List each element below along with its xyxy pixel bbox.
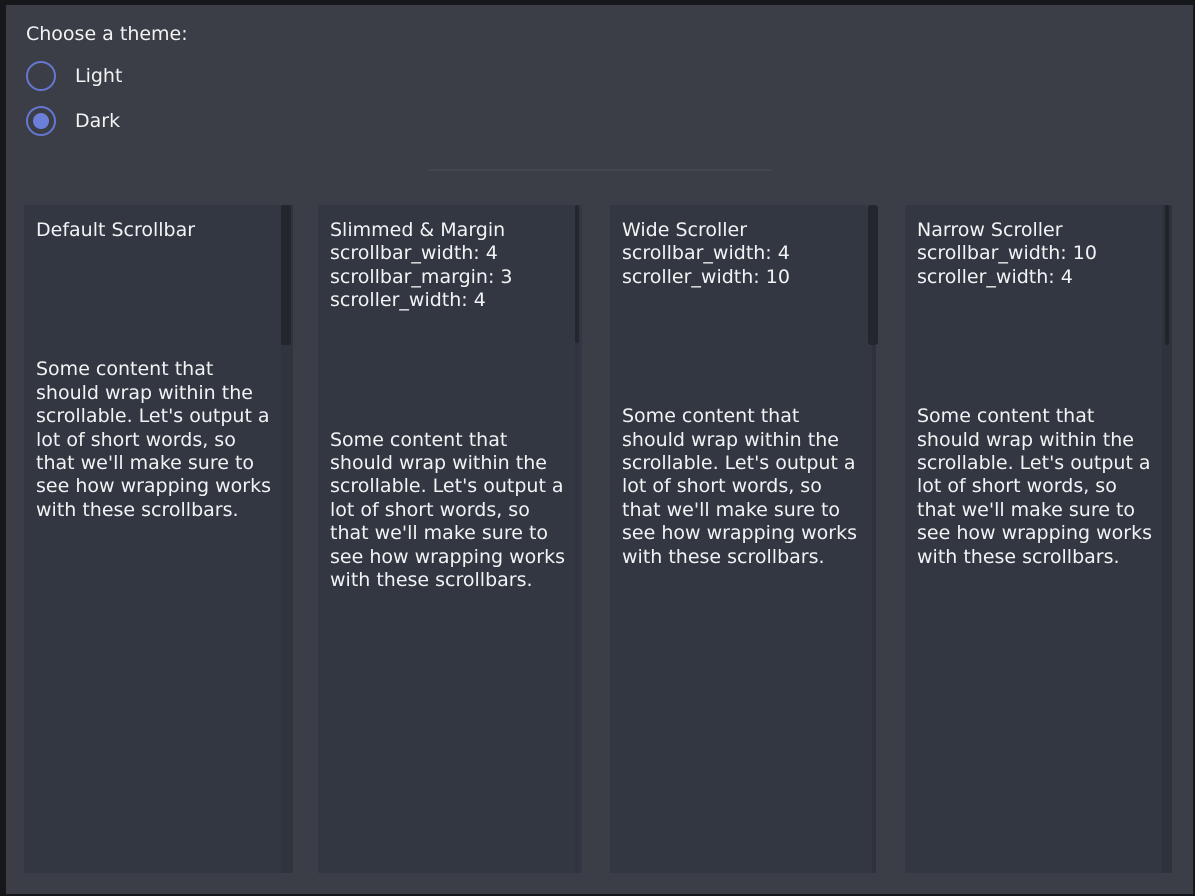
panel-title: Wide Scroller bbox=[622, 219, 864, 242]
scroll-panel-default[interactable]: Default Scrollbar Some content that shou… bbox=[24, 205, 293, 873]
panel-title: Default Scrollbar bbox=[36, 219, 281, 242]
panel-header: Default Scrollbar bbox=[36, 219, 281, 242]
panel-param: scrollbar_width: 4 bbox=[330, 242, 570, 265]
section-divider bbox=[428, 169, 772, 171]
panel-param: scroller_width: 4 bbox=[330, 289, 570, 312]
panel-param: scroller_width: 10 bbox=[622, 266, 864, 289]
radio-light-label: Light bbox=[75, 64, 122, 88]
panel-header: Wide Scroller scrollbar_width: 4 scrolle… bbox=[622, 219, 864, 289]
panel-title: Narrow Scroller bbox=[917, 219, 1160, 242]
scroll-panel-slimmed[interactable]: Slimmed & Margin scrollbar_width: 4 scro… bbox=[318, 205, 582, 873]
scrollbar-thumb[interactable] bbox=[575, 205, 579, 343]
panel-title: Slimmed & Margin bbox=[330, 219, 570, 242]
scrollbar-thumb[interactable] bbox=[281, 205, 291, 345]
radio-selected-dot bbox=[33, 113, 49, 129]
scrollbar-thumb[interactable] bbox=[868, 205, 878, 345]
panel-param: scrollbar_margin: 3 bbox=[330, 266, 570, 289]
panel-body-text: Some content that should wrap within the… bbox=[622, 405, 860, 569]
panel-param: scrollbar_width: 4 bbox=[622, 242, 864, 265]
radio-dark-icon[interactable] bbox=[26, 106, 56, 136]
panel-body-text: Some content that should wrap within the… bbox=[917, 405, 1155, 569]
scroll-panel-narrow[interactable]: Narrow Scroller scrollbar_width: 10 scro… bbox=[905, 205, 1172, 873]
scroll-panel-wide[interactable]: Wide Scroller scrollbar_width: 4 scrolle… bbox=[610, 205, 876, 873]
panel-body-text: Some content that should wrap within the… bbox=[330, 429, 568, 593]
panel-header: Slimmed & Margin scrollbar_width: 4 scro… bbox=[330, 219, 570, 313]
scrollbar-thumb[interactable] bbox=[1165, 205, 1169, 345]
radio-light-icon[interactable] bbox=[26, 61, 56, 91]
panel-param: scrollbar_width: 10 bbox=[917, 242, 1160, 265]
panel-body-text: Some content that should wrap within the… bbox=[36, 358, 274, 522]
panel-param: scroller_width: 4 bbox=[917, 266, 1160, 289]
panel-header: Narrow Scroller scrollbar_width: 10 scro… bbox=[917, 219, 1160, 289]
radio-dark-label: Dark bbox=[75, 109, 120, 133]
page-content: Choose a theme: Light Dark Default Scrol… bbox=[0, 0, 1195, 896]
theme-chooser-label: Choose a theme: bbox=[26, 22, 188, 46]
